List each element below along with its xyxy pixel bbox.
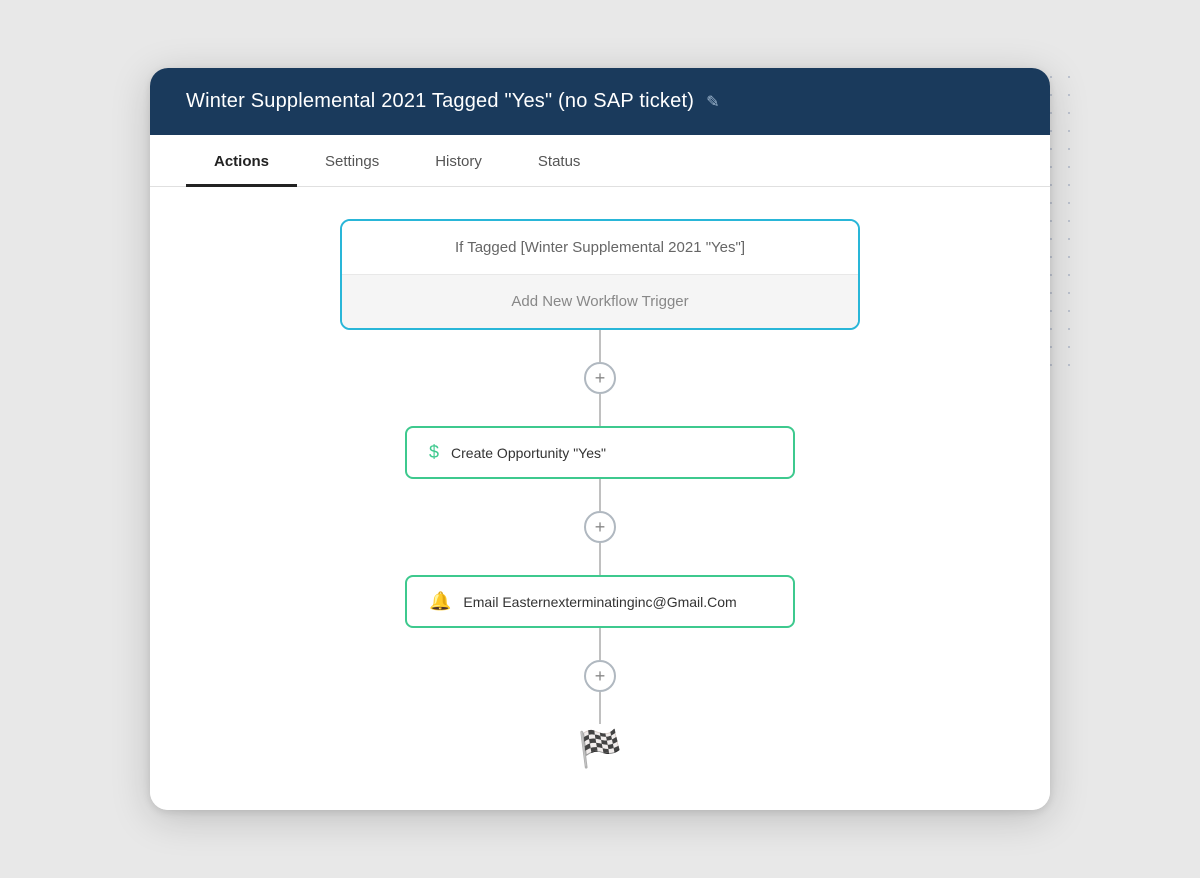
tab-history[interactable]: History bbox=[407, 135, 510, 187]
trigger-box: If Tagged [Winter Supplemental 2021 "Yes… bbox=[340, 219, 860, 330]
action-card-2[interactable]: 🔔 Email Easternexterminatinginc@Gmail.Co… bbox=[405, 575, 795, 628]
outer-wrapper: Winter Supplemental 2021 Tagged "Yes" (n… bbox=[150, 68, 1050, 810]
trigger-condition-text: If Tagged [Winter Supplemental 2021 "Yes… bbox=[455, 239, 745, 256]
connector-line-2b bbox=[599, 543, 601, 575]
card-header: Winter Supplemental 2021 Tagged "Yes" (n… bbox=[150, 68, 1050, 135]
tabs-bar: Actions Settings History Status bbox=[150, 135, 1050, 187]
connector-3: + bbox=[584, 628, 616, 724]
connector-line-3b bbox=[599, 692, 601, 724]
edit-icon[interactable]: ✎ bbox=[706, 92, 719, 112]
add-action-btn-1[interactable]: + bbox=[584, 362, 616, 394]
finish-flag: 🏁 bbox=[578, 728, 623, 770]
action-label-1: Create Opportunity "Yes" bbox=[451, 445, 606, 461]
card-body: If Tagged [Winter Supplemental 2021 "Yes… bbox=[150, 187, 1050, 810]
connector-line-2 bbox=[599, 479, 601, 511]
connector-line-1 bbox=[599, 330, 601, 362]
action-card-1[interactable]: $ Create Opportunity "Yes" bbox=[405, 426, 795, 479]
connector-line-3 bbox=[599, 628, 601, 660]
add-action-btn-3[interactable]: + bbox=[584, 660, 616, 692]
action-label-2: Email Easternexterminatinginc@Gmail.Com bbox=[463, 594, 736, 610]
tab-status[interactable]: Status bbox=[510, 135, 609, 187]
tab-settings[interactable]: Settings bbox=[297, 135, 407, 187]
trigger-condition[interactable]: If Tagged [Winter Supplemental 2021 "Yes… bbox=[342, 221, 858, 275]
add-action-btn-2[interactable]: + bbox=[584, 511, 616, 543]
add-trigger-row[interactable]: Add New Workflow Trigger bbox=[342, 275, 858, 328]
add-trigger-label: Add New Workflow Trigger bbox=[511, 293, 688, 310]
main-card: Winter Supplemental 2021 Tagged "Yes" (n… bbox=[150, 68, 1050, 810]
connector-2: + bbox=[584, 479, 616, 575]
tab-actions[interactable]: Actions bbox=[186, 135, 297, 187]
connector-1: + bbox=[584, 330, 616, 426]
dollar-icon: $ bbox=[429, 442, 439, 463]
bell-icon: 🔔 bbox=[429, 591, 451, 612]
connector-line-1b bbox=[599, 394, 601, 426]
workflow-title: Winter Supplemental 2021 Tagged "Yes" (n… bbox=[186, 90, 694, 113]
